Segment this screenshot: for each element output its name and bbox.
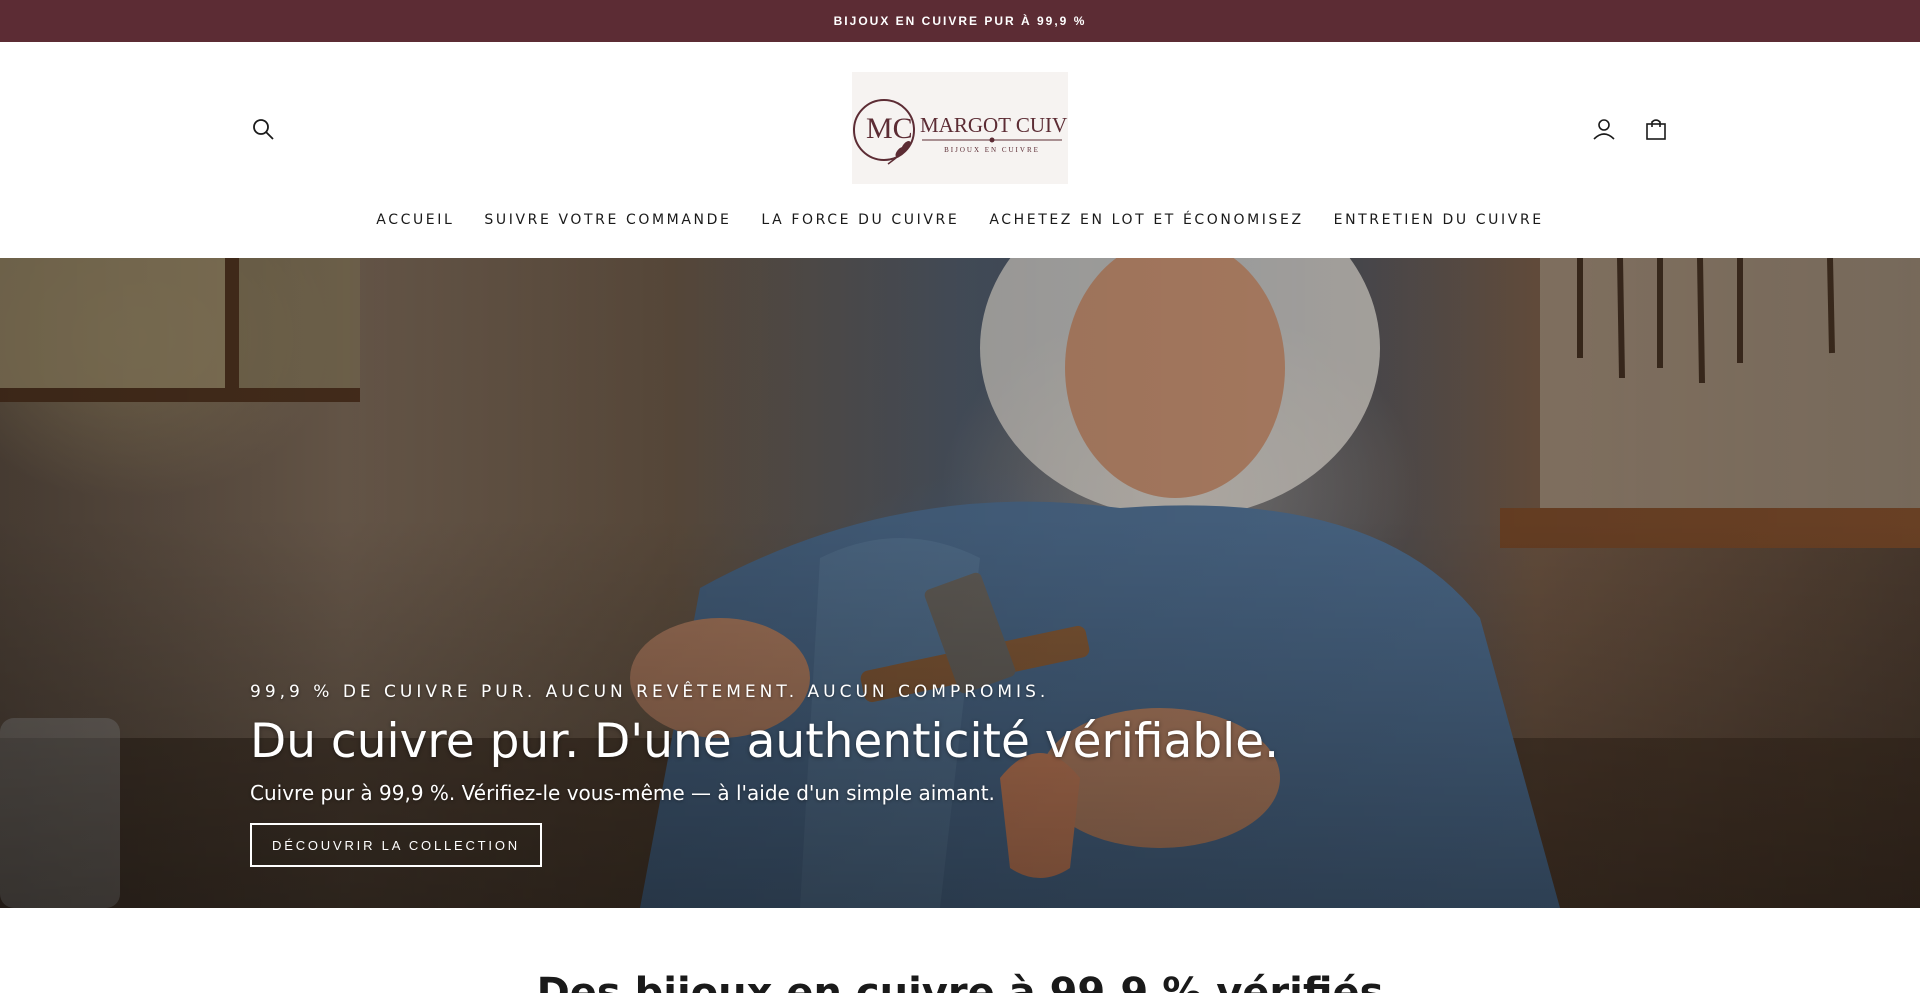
account-button[interactable] [1589,114,1619,144]
hero-title: Du cuivre pur. D'une authenticité vérifi… [250,714,1280,769]
discover-collection-button[interactable]: DÉCOUVRIR LA COLLECTION [250,823,542,867]
main-nav: ACCUEIL SUIVRE VOTRE COMMANDE LA FORCE D… [0,202,1920,238]
hero-subtitle: Cuivre pur à 99,9 %. Vérifiez-le vous-mê… [250,781,995,805]
nav-item-entretien[interactable]: ENTRETIEN DU CUIVRE [1319,204,1559,236]
nav-item-suivre-commande[interactable]: SUIVRE VOTRE COMMANDE [469,204,746,236]
section-heading: Des bijoux en cuivre à 99,9 % vérifiés [536,970,1384,993]
hero-content: 99,9 % DE CUIVRE PUR. AUCUN REVÊTEMENT. … [250,682,1280,867]
nav-item-accueil[interactable]: ACCUEIL [361,204,469,236]
site-header: MC MARGOT CUIVRE BIJOUX EN CUIVRE ACCUEI… [0,42,1920,258]
announcement-bar: BIJOUX EN CUIVRE PUR À 99,9 % [0,0,1920,42]
bag-icon [1646,119,1666,140]
logo-tagline: BIJOUX EN CUIVRE [944,146,1040,154]
logo-mark: MC MARGOT CUIVRE BIJOUX EN CUIVRE [853,99,1068,165]
search-button[interactable] [248,114,278,144]
brand-logo[interactable]: MC MARGOT CUIVRE BIJOUX EN CUIVRE [852,72,1068,184]
user-icon [1593,119,1615,140]
nav-item-force-cuivre[interactable]: LA FORCE DU CUIVRE [746,204,974,236]
svg-text:MC: MC [866,112,913,145]
logo-brand-text: MARGOT CUIVRE [920,113,1068,137]
search-icon [253,119,274,140]
announcement-text: BIJOUX EN CUIVRE PUR À 99,9 % [833,14,1087,28]
hero-kicker: 99,9 % DE CUIVRE PUR. AUCUN REVÊTEMENT. … [250,682,1050,702]
hero-banner: 99,9 % DE CUIVRE PUR. AUCUN REVÊTEMENT. … [0,258,1920,908]
nav-item-achetez-lot[interactable]: ACHETEZ EN LOT ET ÉCONOMISEZ [974,204,1318,236]
cart-button[interactable] [1641,114,1671,144]
